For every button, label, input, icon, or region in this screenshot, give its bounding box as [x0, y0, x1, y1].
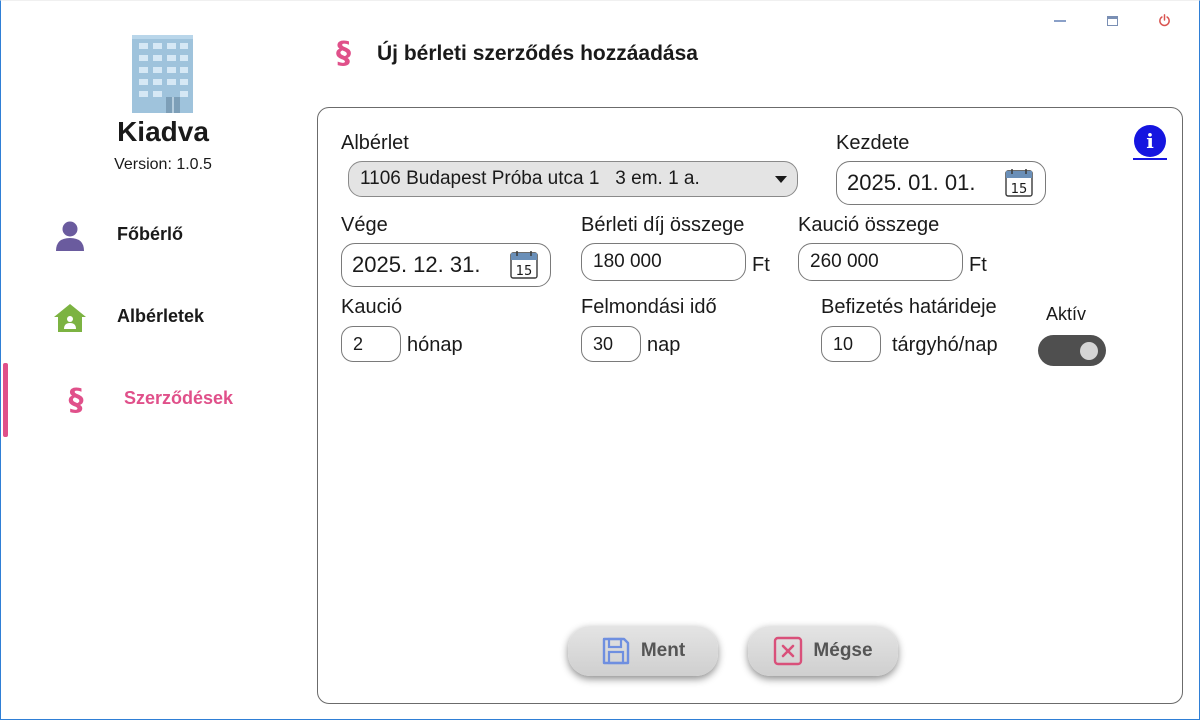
building-logo-icon [132, 35, 193, 113]
felmondasi-ido-unit: nap [647, 334, 681, 356]
toggle-knob [1080, 342, 1098, 360]
felmondasi-ido-label: Felmondási idő [581, 296, 717, 318]
sidebar-item-foberlo[interactable]: Főbérlő [0, 198, 300, 274]
kaucio-label: Kaució [341, 296, 403, 318]
alberlet-label: Albérlet [341, 132, 409, 154]
close-icon [774, 636, 803, 666]
kaucio-osszege-input[interactable]: 260 000 [798, 243, 963, 281]
aktiv-toggle[interactable] [1038, 335, 1106, 366]
paragraph-icon: § [336, 36, 351, 71]
info-icon[interactable]: i [1134, 125, 1166, 157]
vege-value: 2025. 12. 31. [352, 252, 481, 277]
paragraph-icon: § [58, 382, 94, 418]
calendar-icon[interactable]: 15 [510, 251, 538, 279]
app-name: Kiadva [117, 116, 209, 147]
sidebar-item-label: Főbérlő [117, 224, 183, 244]
maximize-button[interactable] [1100, 10, 1124, 30]
house-icon [52, 300, 88, 336]
sidebar-item-alberletek[interactable]: Albérletek [0, 280, 300, 356]
cancel-button[interactable]: Mégse [748, 626, 898, 676]
calendar-icon[interactable]: 15 [1005, 169, 1033, 197]
calendar-day: 15 [516, 264, 533, 279]
minimize-icon [1054, 19, 1066, 22]
calendar-day: 15 [1011, 182, 1028, 197]
kezdete-value: 2025. 01. 01. [847, 170, 976, 195]
aktiv-label: Aktív [1046, 304, 1087, 324]
kezdete-date-field[interactable]: 2025. 01. 01. 15 [836, 161, 1046, 205]
vege-label: Vége [341, 214, 388, 236]
person-icon [52, 218, 88, 254]
kaucio-osszege-label: Kaució összege [798, 214, 940, 236]
save-button[interactable]: Ment [568, 626, 718, 676]
berleti-dij-input[interactable]: 180 000 [581, 243, 746, 281]
close-button[interactable] [1152, 10, 1176, 30]
paragraph-glyph: § [68, 382, 84, 418]
befizetes-unit: tárgyhó/nap [892, 334, 998, 356]
vege-date-field[interactable]: 2025. 12. 31. 15 [341, 243, 551, 287]
befizetes-label: Befizetés határideje [821, 296, 997, 318]
befizetes-input[interactable]: 10 [821, 326, 881, 362]
power-icon [1158, 14, 1170, 27]
berleti-dij-unit: Ft [752, 254, 770, 276]
alberlet-value: 1106 Budapest Próba utca 1 3 em. 1 a. [360, 168, 700, 189]
sidebar: Kiadva Version: 1.0.5 Főbérlő Albérletek… [0, 0, 300, 720]
kezdete-label: Kezdete [836, 132, 910, 154]
kaucio-input[interactable]: 2 [341, 326, 401, 362]
felmondasi-ido-input[interactable]: 30 [581, 326, 641, 362]
sidebar-item-label: Szerződések [124, 388, 234, 408]
alberlet-select[interactable]: 1106 Budapest Próba utca 1 3 em. 1 a. [348, 161, 798, 197]
maximize-icon [1106, 15, 1118, 26]
cancel-button-label: Mégse [813, 640, 873, 661]
sidebar-item-szerzodesek[interactable]: § Szerződések [0, 362, 300, 438]
kaucio-unit: hónap [407, 334, 463, 356]
minimize-button[interactable] [1048, 10, 1072, 30]
chevron-down-icon [775, 176, 787, 183]
berleti-dij-label: Bérleti díj összege [581, 214, 745, 236]
info-underline [1133, 158, 1167, 160]
save-icon [602, 637, 630, 665]
app-version: Version: 1.0.5 [114, 156, 212, 173]
kaucio-osszege-unit: Ft [969, 254, 987, 276]
sidebar-item-label: Albérletek [117, 306, 205, 326]
page-title: Új bérleti szerződés hozzáadása [377, 42, 698, 65]
save-button-label: Ment [640, 640, 686, 661]
